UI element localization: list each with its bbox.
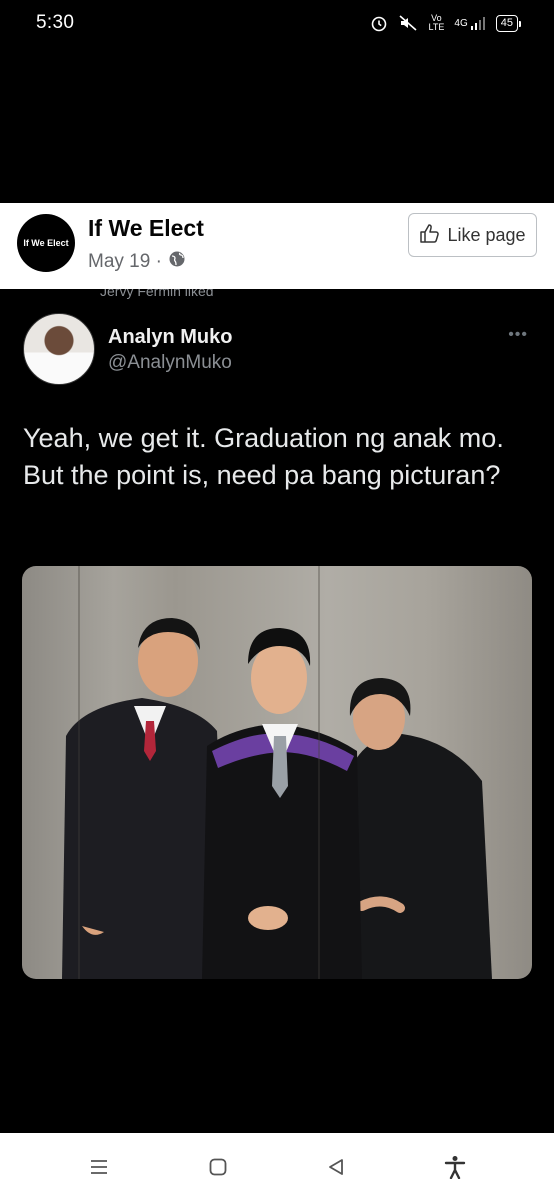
page-header: If We Elect If We Elect May 19 · Like pa… bbox=[0, 203, 554, 289]
alarm-icon bbox=[370, 14, 388, 32]
page-avatar[interactable]: If We Elect bbox=[17, 214, 75, 272]
graduation-photo-figures bbox=[62, 618, 492, 979]
network-type: 4G bbox=[454, 17, 468, 29]
person-left bbox=[62, 618, 227, 979]
signal-icon: 4G bbox=[454, 15, 485, 31]
tweet-photo[interactable] bbox=[22, 566, 532, 979]
tweet-avatar[interactable] bbox=[23, 313, 95, 385]
back-icon[interactable] bbox=[316, 1147, 356, 1187]
mute-icon bbox=[398, 14, 418, 32]
globe-icon bbox=[168, 250, 186, 274]
like-page-button[interactable]: Like page bbox=[408, 213, 537, 257]
status-icons: Vo LTE 4G 45 bbox=[370, 13, 522, 32]
wall-seam bbox=[78, 566, 80, 979]
thumbs-up-icon bbox=[419, 222, 441, 249]
volte-icon: Vo LTE bbox=[428, 13, 445, 32]
tweet-handle[interactable]: @AnalynMuko bbox=[108, 352, 232, 374]
post-date[interactable]: May 19 · bbox=[88, 251, 162, 273]
menu-icon[interactable] bbox=[79, 1147, 119, 1187]
page-avatar-text: If We Elect bbox=[23, 238, 69, 248]
system-nav-bar bbox=[0, 1133, 554, 1200]
accessibility-icon[interactable] bbox=[435, 1147, 475, 1187]
tweet-text: Yeah, we get it. Graduation ng anak mo. … bbox=[23, 423, 504, 490]
person-center bbox=[202, 628, 362, 979]
battery-icon: 45 bbox=[495, 14, 522, 32]
like-page-label: Like page bbox=[447, 224, 526, 245]
post-meta: May 19 · bbox=[88, 250, 186, 274]
more-icon[interactable]: ••• bbox=[508, 326, 528, 344]
person-right bbox=[349, 678, 492, 979]
wall-seam bbox=[318, 566, 320, 979]
page-name[interactable]: If We Elect bbox=[88, 215, 204, 242]
status-bar: 5:30 Vo LTE 4G 45 bbox=[0, 0, 554, 48]
liked-strip: Jervy Fermin liked bbox=[100, 289, 214, 299]
status-time: 5:30 bbox=[36, 12, 75, 33]
home-icon[interactable] bbox=[198, 1147, 238, 1187]
tweet-display-name[interactable]: Analyn Muko bbox=[108, 326, 232, 349]
